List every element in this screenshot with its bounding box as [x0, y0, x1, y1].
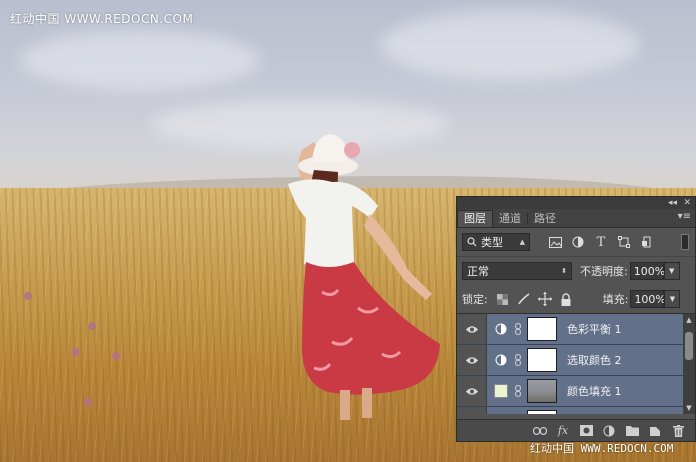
cloud — [20, 30, 260, 90]
panel-tabs: 图层 通道 路径 ▾≡ — [457, 209, 695, 228]
wildflower — [112, 352, 120, 360]
tab-layers[interactable]: 图层 — [457, 210, 493, 227]
scroll-down-icon[interactable]: ▼ — [683, 402, 695, 414]
cloud — [380, 10, 640, 80]
text-icon[interactable]: T — [594, 235, 608, 250]
layer-filter-row: 类型 ▲ T — [457, 228, 695, 257]
color-swatch[interactable] — [494, 384, 508, 398]
filter-toggle[interactable] — [681, 234, 689, 250]
fill-layer-icon — [491, 384, 511, 398]
opacity-input[interactable]: 100% — [629, 262, 665, 280]
layer-row[interactable]: 色彩平衡 1 — [457, 314, 683, 345]
scroll-up-icon[interactable]: ▲ — [683, 314, 695, 326]
updown-arrow-icon: ⬍ — [561, 267, 567, 275]
panel-bottom-toolbar: fx — [457, 419, 695, 441]
watermark-top: 红动中国 WWW.REDOCN.COM — [10, 12, 194, 26]
new-group-icon[interactable] — [625, 424, 639, 438]
scroll-thumb[interactable] — [685, 332, 693, 360]
wildflower — [84, 398, 92, 406]
wildflower — [72, 348, 80, 356]
lock-all-icon[interactable] — [559, 292, 573, 306]
panel-menu-icon[interactable]: ▾≡ — [678, 211, 691, 222]
image-icon[interactable] — [548, 235, 562, 249]
layer-mask-thumbnail[interactable] — [527, 317, 557, 341]
fill-label: 填充: — [602, 293, 629, 306]
woman-figure — [288, 134, 440, 420]
opacity-dropdown-icon[interactable]: ▼ — [663, 262, 680, 280]
collapse-panel-icon[interactable]: ◂◂ — [668, 197, 677, 209]
blend-mode-value: 正常 — [467, 265, 489, 278]
visibility-eye-icon[interactable] — [457, 376, 487, 406]
new-adjustment-icon[interactable] — [602, 424, 616, 438]
filter-kind-select[interactable]: 类型 ▲ — [462, 233, 530, 251]
lock-row: 锁定: 填充: 100% ▼ — [457, 285, 695, 314]
watermark-bottom: 红动中国 WWW.REDOCN.COM — [530, 442, 674, 455]
fx-icon[interactable]: fx — [556, 424, 570, 438]
lock-move-icon[interactable] — [537, 292, 552, 306]
chain-link-icon[interactable] — [511, 385, 525, 397]
panel-title-bar: ◂◂ ✕ — [457, 197, 695, 209]
tab-paths[interactable]: 路径 — [528, 211, 562, 227]
layer-row[interactable]: 选取颜色 2 — [457, 345, 683, 376]
visibility-eye-icon[interactable] — [457, 345, 487, 375]
chain-link-icon[interactable] — [511, 323, 525, 335]
layer-name[interactable]: 选取颜色 2 — [567, 352, 622, 368]
adjustment-icon[interactable] — [571, 235, 585, 249]
layers-scrollbar[interactable]: ▲ ▼ — [683, 314, 695, 414]
layer-mask-thumbnail[interactable] — [527, 348, 557, 372]
delete-icon[interactable] — [671, 424, 685, 438]
link-layers-icon[interactable] — [533, 424, 547, 438]
blend-mode-row: 正常 ⬍ 不透明度: 100% ▼ — [457, 257, 695, 285]
visibility-eye-icon[interactable] — [457, 407, 487, 414]
layer-row[interactable] — [457, 407, 683, 414]
blend-mode-select[interactable]: 正常 ⬍ — [462, 262, 572, 280]
wildflower — [24, 292, 32, 300]
smart-object-icon[interactable] — [640, 235, 654, 249]
lock-label: 锁定: — [462, 293, 488, 306]
new-layer-icon[interactable] — [648, 424, 662, 438]
layer-mask-thumbnail[interactable] — [527, 410, 557, 414]
layers-panel: ◂◂ ✕ 图层 通道 路径 ▾≡ 类型 ▲ T 正常 ⬍ 不透明度: 100% … — [456, 196, 696, 442]
layer-mask-thumbnail[interactable] — [527, 379, 557, 403]
adjustment-layer-icon — [491, 354, 511, 366]
layer-name[interactable]: 颜色填充 1 — [567, 383, 622, 399]
opacity-label: 不透明度: — [580, 265, 628, 278]
filter-icon-group: T — [548, 235, 654, 250]
chain-link-icon[interactable] — [511, 354, 525, 366]
lock-icon-group — [496, 292, 573, 306]
fill-input[interactable]: 100% — [630, 290, 666, 308]
fill-dropdown-icon[interactable]: ▼ — [664, 290, 681, 308]
layers-list: 色彩平衡 1 选取颜色 2 颜色填充 1 ▲ ▼ — [457, 314, 695, 414]
visibility-eye-icon[interactable] — [457, 314, 487, 344]
layer-row[interactable]: 颜色填充 1 — [457, 376, 683, 407]
add-mask-icon[interactable] — [579, 424, 593, 438]
search-icon — [467, 237, 477, 247]
updown-arrow-icon: ▲ — [519, 238, 525, 246]
shape-icon[interactable] — [617, 235, 631, 249]
lock-transparent-icon[interactable] — [496, 292, 510, 306]
tab-channels[interactable]: 通道 — [493, 211, 527, 227]
lock-brush-icon[interactable] — [517, 292, 531, 306]
wildflower — [88, 322, 96, 330]
adjustment-layer-icon — [491, 323, 511, 335]
filter-kind-label: 类型 — [481, 236, 503, 249]
layer-name[interactable]: 色彩平衡 1 — [567, 321, 622, 337]
close-panel-icon[interactable]: ✕ — [683, 197, 691, 209]
